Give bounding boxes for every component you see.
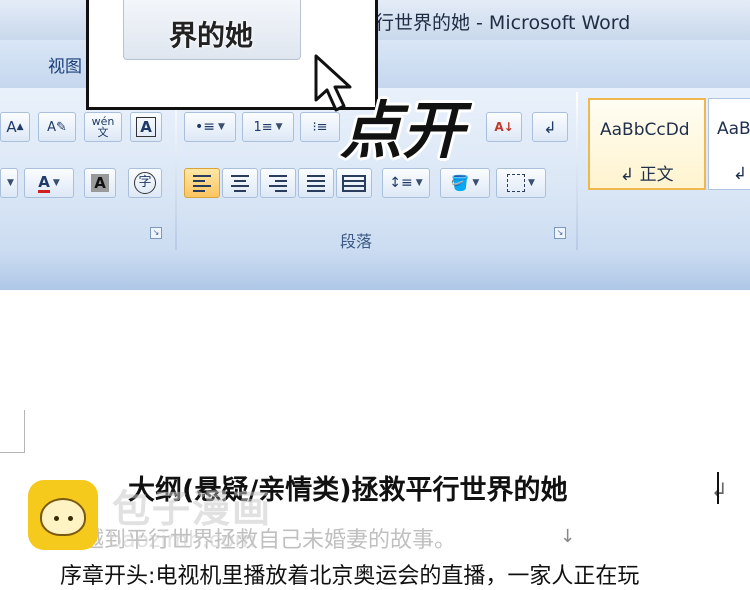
font-color-button[interactable]: A ▼ (24, 168, 74, 198)
highlight-dropdown[interactable]: ▼ (0, 168, 18, 198)
watermark-text: 包子漫画 (112, 487, 273, 531)
char-border-button[interactable]: A (130, 112, 162, 142)
tab-view[interactable]: 视图 (48, 52, 82, 77)
click-here-label: 点开 (340, 94, 465, 167)
window-title: 行世界的她 - Microsoft Word (375, 12, 631, 34)
sort-icon: A↓ (494, 120, 514, 134)
distribute-icon (342, 174, 366, 192)
eraser-icon: A✎ (47, 119, 67, 135)
paragraph-group-label: 段落 (340, 232, 373, 251)
numbering-button[interactable]: 1≡ ▼ (242, 112, 294, 142)
phonetic-guide-button[interactable]: wén 文 (84, 112, 122, 142)
watermark-logo-icon (28, 480, 98, 550)
align-left-icon (193, 174, 211, 192)
paragraph-dialog-launcher[interactable]: ↘ (554, 227, 566, 239)
style-name: ↲ 正文 (620, 165, 674, 185)
borders-icon (507, 174, 526, 192)
text-cursor (717, 472, 719, 504)
line-spacing-icon: ↕≡ (389, 175, 413, 191)
group-separator (175, 92, 177, 250)
ruler-band (0, 252, 750, 290)
bun-icon (40, 498, 86, 536)
margin-corner-mark (24, 410, 25, 452)
borders-button[interactable]: ▼ (496, 168, 546, 198)
style-name: ↲ 无 (733, 164, 750, 184)
chevron-down-icon: ▼ (218, 122, 225, 132)
align-center-icon (231, 174, 249, 192)
clear-format-button[interactable]: A✎ (38, 112, 76, 142)
bullets-button[interactable]: •≡ ▼ (184, 112, 236, 142)
justify-button[interactable] (298, 168, 334, 198)
align-center-button[interactable] (222, 168, 258, 198)
paint-bucket-icon: 🪣 (450, 174, 470, 192)
phonetic-icon: wén 文 (91, 115, 115, 139)
chevron-down-icon: ▼ (528, 178, 535, 188)
font-dialog-launcher[interactable]: ↘ (150, 227, 162, 239)
align-right-button[interactable] (260, 168, 296, 198)
char-shading-button[interactable]: A (84, 168, 116, 198)
align-left-button[interactable] (184, 168, 220, 198)
chevron-down-icon: ▼ (7, 178, 14, 188)
chevron-down-icon: ▼ (415, 178, 423, 188)
chevron-down-icon: ▼ (275, 122, 283, 132)
show-marks-button[interactable]: ↲ (532, 112, 568, 142)
shading-button[interactable]: 🪣 ▼ (440, 168, 490, 198)
chevron-down-icon: ▼ (52, 178, 60, 188)
chevron-down-icon: ▼ (472, 178, 480, 188)
document-line-2: 序章开头:电视机里播放着北京奥运会的直播，一家人正在玩 (60, 564, 640, 589)
paragraph-mark: ↲ (711, 478, 728, 502)
line-spacing-button[interactable]: ↕≡ ▼ (382, 168, 430, 198)
paragraph-mark-icon: ↲ (543, 117, 557, 137)
grow-font-button[interactable]: A ▲ (0, 112, 30, 142)
watermark-url: baozimh.com (108, 528, 256, 553)
justify-icon (307, 174, 325, 192)
distribute-button[interactable] (336, 168, 372, 198)
margin-corner-mark (0, 452, 25, 453)
multilevel-list-button[interactable]: ⁝≡ (300, 112, 340, 142)
sort-button[interactable]: A↓ (486, 112, 522, 142)
style-no-spacing[interactable]: AaB ↲ 无 (708, 98, 750, 190)
preview-text: 界的她 (169, 19, 254, 52)
bullets-icon: •≡ (195, 119, 216, 135)
numbering-icon: 1≡ (253, 119, 273, 135)
line-break-mark: ↓ (560, 526, 576, 547)
enclose-char-button[interactable]: 字 (128, 168, 162, 198)
style-sample: AaBbCcDd (600, 120, 690, 140)
style-normal[interactable]: AaBbCcDd ↲ 正文 (588, 98, 706, 190)
multilevel-list-icon: ⁝≡ (312, 119, 328, 135)
group-separator (576, 92, 578, 250)
align-right-icon (269, 174, 287, 192)
style-sample: AaB (717, 119, 750, 139)
